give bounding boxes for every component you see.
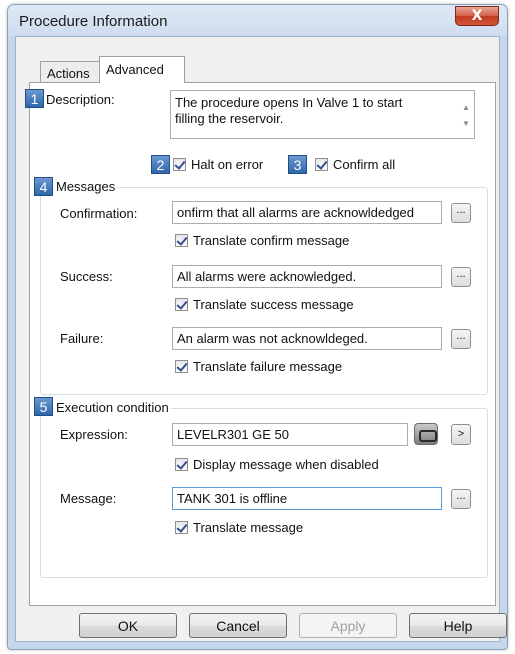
tab-advanced[interactable]: Advanced [99,56,185,83]
translate-message-checkbox[interactable]: Translate message [175,520,303,535]
description-scrollbar[interactable]: ▲ ▼ [457,91,474,138]
condition-message-field[interactable]: TANK 301 is offline [172,487,442,510]
confirmation-label: Confirmation: [60,206,138,221]
description-label: Description: [46,92,115,107]
success-message-field[interactable]: All alarms were acknowledged. [172,265,442,288]
translate-success-label: Translate success message [193,297,354,312]
translate-message-label: Translate message [193,520,304,535]
checkbox-checked-icon[interactable] [175,360,188,373]
expression-editor-icon[interactable] [414,423,438,445]
callout-badge-1: 1 [25,89,44,108]
condition-message-browse-button[interactable]: ... [451,489,471,509]
description-textarea[interactable]: The procedure opens In Valve 1 to start … [170,90,475,139]
translate-confirm-checkbox[interactable]: Translate confirm message [175,233,349,248]
expression-label: Expression: [60,427,128,442]
success-label: Success: [60,269,113,284]
tab-actions[interactable]: Actions [40,61,100,82]
checkbox-checked-icon[interactable] [173,158,186,171]
procedure-information-dialog: Procedure Information X Actions Advanced… [7,4,508,650]
confirm-all-label: Confirm all [333,157,396,172]
display-when-disabled-label: Display message when disabled [193,457,379,472]
success-browse-button[interactable]: ... [451,267,471,287]
help-button[interactable]: Help [409,613,507,638]
checkbox-checked-icon[interactable] [315,158,328,171]
apply-button: Apply [299,613,397,638]
checkbox-checked-icon[interactable] [175,298,188,311]
failure-label: Failure: [60,331,104,346]
callout-badge-4: 4 [34,177,53,196]
callout-badge-2: 2 [151,155,170,174]
failure-message-field[interactable]: An alarm was not acknowldeged. [172,327,442,350]
message-label: Message: [60,491,117,506]
ok-button[interactable]: OK [79,613,177,638]
checkbox-checked-icon[interactable] [175,521,188,534]
callout-badge-3: 3 [288,155,307,174]
close-icon: X [471,8,483,24]
expression-expand-button[interactable]: > [451,424,471,445]
confirm-all-checkbox[interactable]: Confirm all [315,157,395,172]
scroll-up-icon[interactable]: ▲ [462,100,470,116]
cancel-button[interactable]: Cancel [189,613,287,638]
translate-failure-checkbox[interactable]: Translate failure message [175,359,342,374]
halt-on-error-checkbox[interactable]: Halt on error [173,157,263,172]
translate-failure-label: Translate failure message [193,359,343,374]
advanced-tab-panel: 1 Description: The procedure opens In Va… [25,82,496,606]
failure-browse-button[interactable]: ... [451,329,471,349]
checkbox-checked-icon[interactable] [175,234,188,247]
close-button[interactable]: X [455,6,499,26]
translate-confirm-label: Translate confirm message [193,233,350,248]
confirmation-message-field[interactable]: onfirm that all alarms are acknowldedged [172,201,442,224]
confirmation-browse-button[interactable]: ... [451,203,471,223]
dialog-client-area: Actions Advanced 1 Description: The proc… [15,36,507,642]
messages-group-title: Messages [54,179,118,194]
expression-field[interactable]: LEVELR301 GE 50 [172,423,408,446]
description-line-1: The procedure opens In Valve 1 to start [175,95,403,110]
checkbox-checked-icon[interactable] [175,458,188,471]
callout-badge-5: 5 [34,397,53,416]
execution-condition-group-title: Execution condition [54,400,171,415]
scroll-down-icon[interactable]: ▼ [462,116,470,132]
dialog-title: Procedure Information [19,13,168,30]
translate-success-checkbox[interactable]: Translate success message [175,297,354,312]
display-when-disabled-checkbox[interactable]: Display message when disabled [175,457,379,472]
title-bar[interactable]: Procedure Information X [8,5,507,36]
description-line-2: filling the reservoir. [175,111,284,126]
halt-on-error-label: Halt on error [191,157,264,172]
